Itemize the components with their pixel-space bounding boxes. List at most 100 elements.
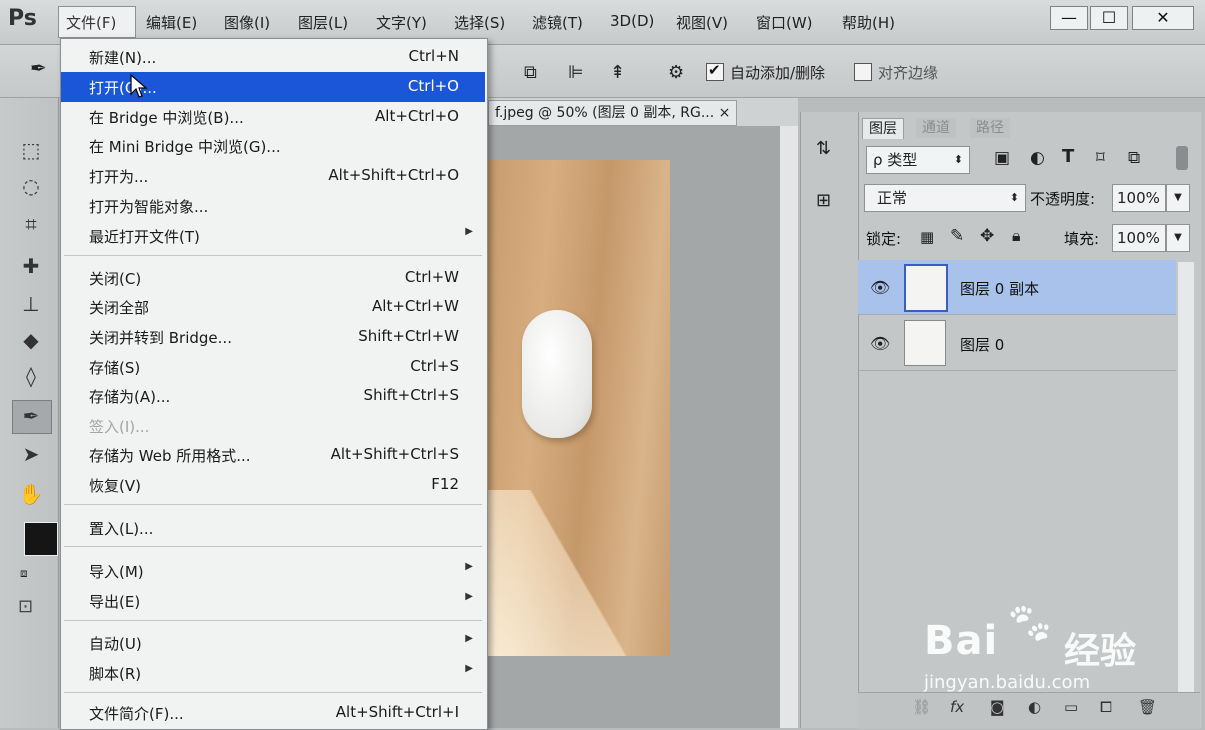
submenu-arrow-icon: ▶	[465, 226, 473, 237]
blur-tool-icon[interactable]: ◊	[16, 364, 46, 388]
layer-filter-select[interactable]: ρ 类型 ⬍	[866, 146, 970, 174]
layer-row-base[interactable]: 👁︎ 图层 0	[858, 316, 1176, 371]
menu-item-file-info[interactable]: 文件简介(F)... Alt+Shift+Ctrl+I	[61, 698, 485, 728]
lock-brush-icon[interactable]: ✎	[950, 226, 964, 246]
fill-dropdown-icon[interactable]: ▼	[1166, 224, 1190, 252]
menu-item-close-all[interactable]: 关闭全部 Alt+Ctrl+W	[61, 292, 485, 322]
gear-icon[interactable]: ⚙	[668, 62, 684, 83]
menu-item-open-as[interactable]: 打开为... Alt+Shift+Ctrl+O	[61, 161, 485, 191]
auto-add-delete-checkbox[interactable]: ✔	[706, 61, 724, 81]
healing-brush-icon[interactable]: ✚	[16, 254, 46, 278]
menu-file[interactable]: 文件(F)	[58, 6, 136, 38]
menu-view[interactable]: 视图(V)	[676, 12, 728, 33]
properties-panel-icon[interactable]: ⊞	[816, 190, 831, 211]
group-icon[interactable]: ▭	[1064, 698, 1078, 716]
swap-colors-icon[interactable]: ⧈	[20, 566, 28, 581]
watermark-brand-cn: 经验	[1064, 631, 1137, 672]
history-panel-icon[interactable]: ⇅	[816, 138, 831, 159]
menu-item-save[interactable]: 存储(S) Ctrl+S	[61, 352, 485, 382]
marquee-tool-icon[interactable]: ⬚	[16, 138, 46, 162]
submenu-arrow-icon: ▶	[465, 561, 473, 572]
layer-name[interactable]: 图层 0 副本	[960, 278, 1039, 299]
submenu-arrow-icon: ▶	[465, 663, 473, 674]
hand-tool-icon[interactable]: ✋	[16, 482, 46, 506]
menu-window[interactable]: 窗口(W)	[756, 12, 813, 33]
menu-item-export[interactable]: 导出(E) ▶	[61, 586, 485, 616]
path-operations-icon[interactable]: ⧉	[524, 62, 537, 83]
menu-item-place[interactable]: 置入(L)...	[61, 513, 485, 543]
filter-smart-object-icon[interactable]: ⧉	[1128, 148, 1140, 168]
lock-all-icon[interactable]: 🔒︎	[1012, 226, 1021, 246]
tab-layers[interactable]: 图层	[862, 118, 904, 139]
filter-toggle-switch[interactable]	[1176, 146, 1188, 170]
menu-item-automate[interactable]: 自动(U) ▶	[61, 628, 485, 658]
menu-item-close-go-bridge[interactable]: 关闭并转到 Bridge... Shift+Ctrl+W	[61, 322, 485, 352]
menu-select[interactable]: 选择(S)	[454, 12, 505, 33]
menu-item-save-for-web[interactable]: 存储为 Web 所用格式... Alt+Shift+Ctrl+S	[61, 440, 485, 470]
tab-channels[interactable]: 通道	[916, 118, 956, 138]
opacity-dropdown-icon[interactable]: ▼	[1166, 184, 1190, 212]
menu-item-import[interactable]: 导入(M) ▶	[61, 556, 485, 586]
menu-layer[interactable]: 图层(L)	[298, 12, 348, 33]
document-tab[interactable]: f.jpeg @ 50% (图层 0 副本, RG... ×	[488, 100, 738, 126]
adjustment-icon[interactable]: ◐	[1028, 698, 1041, 716]
trash-icon[interactable]: 🗑︎	[1138, 698, 1157, 716]
menu-item-save-as[interactable]: 存储为(A)... Shift+Ctrl+S	[61, 381, 485, 411]
menu-3d[interactable]: 3D(D)	[610, 12, 654, 30]
document-image[interactable]	[486, 160, 670, 656]
tab-paths[interactable]: 路径	[970, 118, 1010, 138]
fill-input[interactable]: 100%	[1112, 224, 1166, 252]
menu-edit[interactable]: 编辑(E)	[146, 12, 197, 33]
pen-tool-preset-icon[interactable]: ✒	[30, 56, 47, 80]
eraser-tool-icon[interactable]: ◆	[16, 328, 46, 352]
path-selection-tool-icon[interactable]: ➤	[16, 442, 46, 466]
menu-type[interactable]: 文字(Y)	[376, 12, 427, 33]
filter-pixel-icon[interactable]: ▣	[994, 148, 1010, 168]
pen-tool-icon[interactable]: ✒	[16, 404, 46, 428]
menu-item-revert[interactable]: 恢复(V) F12	[61, 470, 485, 500]
menu-image[interactable]: 图像(I)	[224, 12, 270, 33]
stamp-tool-icon[interactable]: ⊥	[16, 292, 46, 316]
align-edges-checkbox[interactable]	[854, 63, 872, 81]
lock-move-icon[interactable]: ✥	[980, 226, 994, 246]
minimize-button[interactable]: —	[1050, 6, 1088, 30]
new-layer-icon[interactable]: ⧠	[1100, 698, 1112, 716]
layer-name[interactable]: 图层 0	[960, 334, 1004, 355]
filter-type-icon[interactable]: T	[1062, 146, 1074, 167]
menu-item-close[interactable]: 关闭(C) Ctrl+W	[61, 263, 485, 293]
filter-adjustment-icon[interactable]: ◐	[1030, 148, 1045, 168]
menu-item-scripts[interactable]: 脚本(R) ▶	[61, 658, 485, 688]
visibility-eye-icon[interactable]: 👁︎	[870, 278, 890, 297]
menu-item-shortcut: Ctrl+N	[408, 47, 459, 65]
menu-item-new[interactable]: 新建(N)... Ctrl+N	[61, 42, 485, 72]
menu-help[interactable]: 帮助(H)	[842, 12, 895, 33]
filter-shape-icon[interactable]: ⌑	[1096, 148, 1105, 168]
image-light-patch	[486, 490, 670, 656]
lasso-tool-icon[interactable]: ◌	[16, 174, 46, 198]
menu-item-recent-files[interactable]: 最近打开文件(T) ▶	[61, 221, 485, 251]
visibility-eye-icon[interactable]: 👁︎	[870, 334, 890, 353]
canvas-scrollbar[interactable]	[780, 126, 798, 728]
lock-transparent-icon[interactable]: ▦	[920, 228, 934, 246]
menu-filter[interactable]: 滤镜(T)	[532, 12, 583, 33]
menu-item-browse-bridge[interactable]: 在 Bridge 中浏览(B)... Alt+Ctrl+O	[61, 102, 485, 132]
maximize-button[interactable]: ☐	[1090, 6, 1128, 30]
menu-item-open[interactable]: 打开(O)... Ctrl+O	[61, 72, 485, 102]
link-icon[interactable]: ⛓	[912, 698, 931, 716]
quick-mask-icon[interactable]: ⊡	[18, 596, 33, 617]
blend-mode-select[interactable]: 正常 ⬍	[864, 184, 1026, 212]
menu-item-shortcut: Shift+Ctrl+W	[358, 327, 459, 345]
mask-icon[interactable]: ◙	[990, 698, 1005, 716]
close-tab-icon[interactable]: ×	[719, 105, 731, 121]
close-button[interactable]: ✕	[1132, 6, 1194, 30]
crop-tool-icon[interactable]: ⌗	[16, 212, 46, 236]
menu-item-open-smart-object[interactable]: 打开为智能对象...	[61, 191, 485, 221]
foreground-color-swatch[interactable]	[24, 522, 58, 556]
layer-row-copy[interactable]: 👁︎ 图层 0 副本	[858, 260, 1176, 315]
opacity-input[interactable]: 100%	[1112, 184, 1166, 212]
fx-icon[interactable]: fx	[950, 698, 964, 716]
menu-item-browse-mini-bridge[interactable]: 在 Mini Bridge 中浏览(G)...	[61, 131, 485, 161]
path-arrangement-icon[interactable]: ⇞	[610, 62, 625, 83]
path-alignment-icon[interactable]: ⊫	[568, 62, 584, 83]
menu-item-shortcut: Shift+Ctrl+S	[363, 386, 459, 404]
